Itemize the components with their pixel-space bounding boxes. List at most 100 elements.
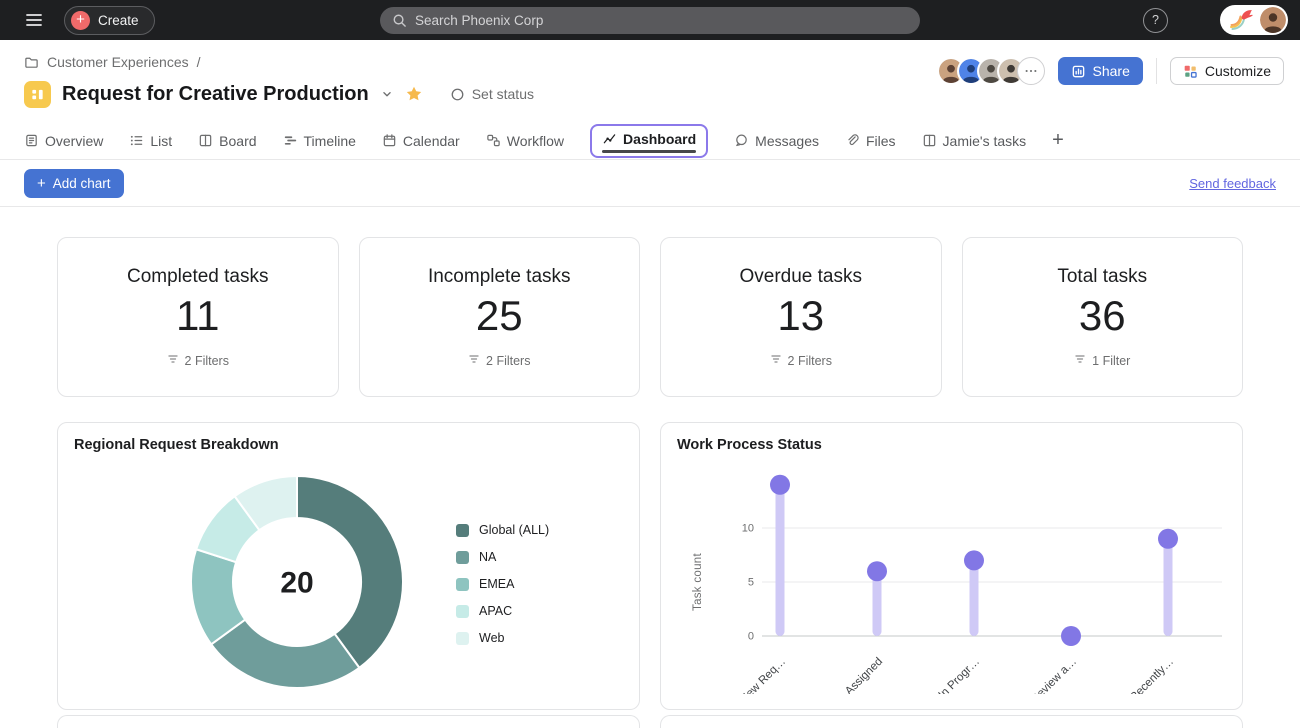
tab-bar: Overview List Board Timeline Calendar Workflo… bbox=[24, 122, 1284, 159]
lollipop-stem bbox=[1164, 539, 1173, 636]
stat-filters-button[interactable]: 2 Filters bbox=[770, 353, 832, 368]
tab-jamies-tasks[interactable]: Jamie's tasks bbox=[922, 133, 1027, 149]
tab-label: Messages bbox=[755, 133, 819, 149]
filter-icon bbox=[1074, 353, 1086, 368]
tab-timeline[interactable]: Timeline bbox=[283, 133, 356, 149]
stat-filters-label: 1 Filter bbox=[1092, 354, 1130, 368]
legend-item-global-all: Global (ALL) bbox=[456, 523, 549, 537]
stat-filters-label: 2 Filters bbox=[788, 354, 832, 368]
tab-label: Timeline bbox=[304, 133, 356, 149]
folder-icon bbox=[24, 55, 39, 70]
y-axis-label: Task count bbox=[692, 553, 704, 611]
tab-label: Workflow bbox=[507, 133, 564, 149]
calendar-icon bbox=[382, 133, 397, 148]
messages-icon bbox=[734, 133, 749, 148]
status-circle-icon bbox=[450, 87, 465, 102]
tab-label: Overview bbox=[45, 133, 103, 149]
filter-icon bbox=[770, 353, 782, 368]
help-button[interactable]: ? bbox=[1143, 8, 1168, 33]
global-search[interactable] bbox=[380, 7, 920, 34]
x-category-label: Review a… bbox=[1029, 656, 1079, 694]
svg-text:0: 0 bbox=[748, 631, 754, 643]
set-status-label: Set status bbox=[472, 86, 534, 102]
legend-chip bbox=[456, 632, 469, 645]
files-icon bbox=[845, 133, 860, 148]
legend-chip bbox=[456, 551, 469, 564]
tab-messages[interactable]: Messages bbox=[734, 133, 819, 149]
overview-icon bbox=[24, 133, 39, 148]
stat-card-total-tasks[interactable]: Total tasks361 Filter bbox=[962, 237, 1244, 397]
legend-label: Global (ALL) bbox=[479, 523, 549, 537]
x-category-label: Assigned bbox=[843, 656, 885, 694]
board-icon bbox=[922, 133, 937, 148]
breadcrumb-link[interactable]: Customer Experiences bbox=[47, 54, 189, 70]
hamburger-menu-icon[interactable] bbox=[24, 10, 44, 30]
x-category-label: New Req… bbox=[738, 656, 788, 694]
stat-card-incomplete-tasks[interactable]: Incomplete tasks 25 2 Filters bbox=[359, 237, 641, 397]
chevron-down-icon[interactable] bbox=[380, 87, 394, 101]
tab-workflow[interactable]: Workflow bbox=[486, 133, 564, 149]
stat-value: 13 bbox=[777, 292, 824, 340]
tab-files[interactable]: Files bbox=[845, 133, 896, 149]
donut-slice-1 bbox=[211, 620, 359, 688]
stat-card-overdue-tasks[interactable]: Overdue tasks 13 2 Filters bbox=[660, 237, 942, 397]
board-icon bbox=[198, 133, 213, 148]
plus-icon: + bbox=[37, 176, 46, 191]
tab-label: Dashboard bbox=[623, 131, 696, 147]
search-icon bbox=[392, 13, 407, 28]
stat-filters-button[interactable]: 2 Filters bbox=[167, 353, 229, 368]
divider bbox=[1156, 58, 1157, 84]
more-collaborators-button[interactable] bbox=[1017, 57, 1045, 85]
dashboard-toolbar: + Add chart Send feedback bbox=[0, 160, 1300, 207]
tab-label: Jamie's tasks bbox=[943, 133, 1027, 149]
tab-label: Files bbox=[866, 133, 896, 149]
lollipop-dot bbox=[964, 550, 984, 570]
stat-card-completed-tasks[interactable]: Completed tasks112 Filters bbox=[57, 237, 339, 397]
tab-board[interactable]: Board bbox=[198, 133, 256, 149]
tab-list[interactable]: List bbox=[129, 133, 172, 149]
stats-row: Completed tasks112 FiltersIncomplete tas… bbox=[57, 237, 1243, 397]
create-button[interactable]: + Create bbox=[64, 6, 155, 35]
legend-item-apac: APAC bbox=[456, 604, 549, 618]
customize-button[interactable]: Customize bbox=[1170, 57, 1284, 85]
legend-chip bbox=[456, 524, 469, 537]
set-status-button[interactable]: Set status bbox=[450, 86, 534, 102]
add-tab-button[interactable]: + bbox=[1052, 130, 1064, 152]
x-category-label: In Progr… bbox=[937, 656, 983, 694]
lollipop-chart: 0510Task countNew Req…AssignedIn Progr…R… bbox=[677, 456, 1228, 694]
legend-item-na: NA bbox=[456, 550, 549, 564]
tab-calendar[interactable]: Calendar bbox=[382, 133, 460, 149]
stat-filters-button[interactable]: 1 Filter bbox=[1074, 353, 1130, 368]
chart-card-regional-request-breakdown[interactable]: Regional Request Breakdown 20 Global (AL… bbox=[57, 422, 640, 710]
filter-icon bbox=[468, 353, 480, 368]
share-button[interactable]: Share bbox=[1058, 57, 1143, 85]
favorite-star-icon[interactable] bbox=[405, 85, 423, 103]
account-pill[interactable] bbox=[1220, 5, 1288, 35]
charts-row: Regional Request Breakdown 20 Global (AL… bbox=[57, 422, 1243, 710]
workflow-icon bbox=[486, 133, 501, 148]
project-icon bbox=[24, 81, 51, 108]
stat-title: Completed tasks bbox=[127, 266, 269, 288]
stat-title: Overdue tasks bbox=[740, 266, 863, 288]
tab-dashboard[interactable]: Dashboard bbox=[590, 124, 708, 158]
search-input[interactable] bbox=[415, 13, 908, 28]
donut-wrap: 20 Global (ALL)NAEMEAAPACWeb bbox=[74, 466, 623, 698]
legend-label: APAC bbox=[479, 604, 512, 618]
bottom-row bbox=[57, 715, 1243, 728]
donut-center-value: 20 bbox=[280, 567, 313, 600]
next-chart-card-edge bbox=[57, 715, 640, 728]
stat-filters-button[interactable]: 2 Filters bbox=[468, 353, 530, 368]
share-label: Share bbox=[1093, 63, 1130, 79]
send-feedback-link[interactable]: Send feedback bbox=[1189, 176, 1276, 191]
tab-overview[interactable]: Overview bbox=[24, 133, 103, 149]
legend-label: EMEA bbox=[479, 577, 514, 591]
stat-value: 25 bbox=[476, 292, 523, 340]
plus-icon: + bbox=[71, 11, 90, 30]
x-category-label: Recently… bbox=[1128, 656, 1176, 694]
ai-sparkles-icon[interactable] bbox=[1182, 9, 1206, 31]
legend-chip bbox=[456, 578, 469, 591]
stat-filters-label: 2 Filters bbox=[185, 354, 229, 368]
stat-title: Incomplete tasks bbox=[428, 266, 571, 288]
chart-card-work-process-status[interactable]: Work Process Status 0510Task countNew Re… bbox=[660, 422, 1243, 710]
add-chart-button[interactable]: + Add chart bbox=[24, 169, 124, 198]
